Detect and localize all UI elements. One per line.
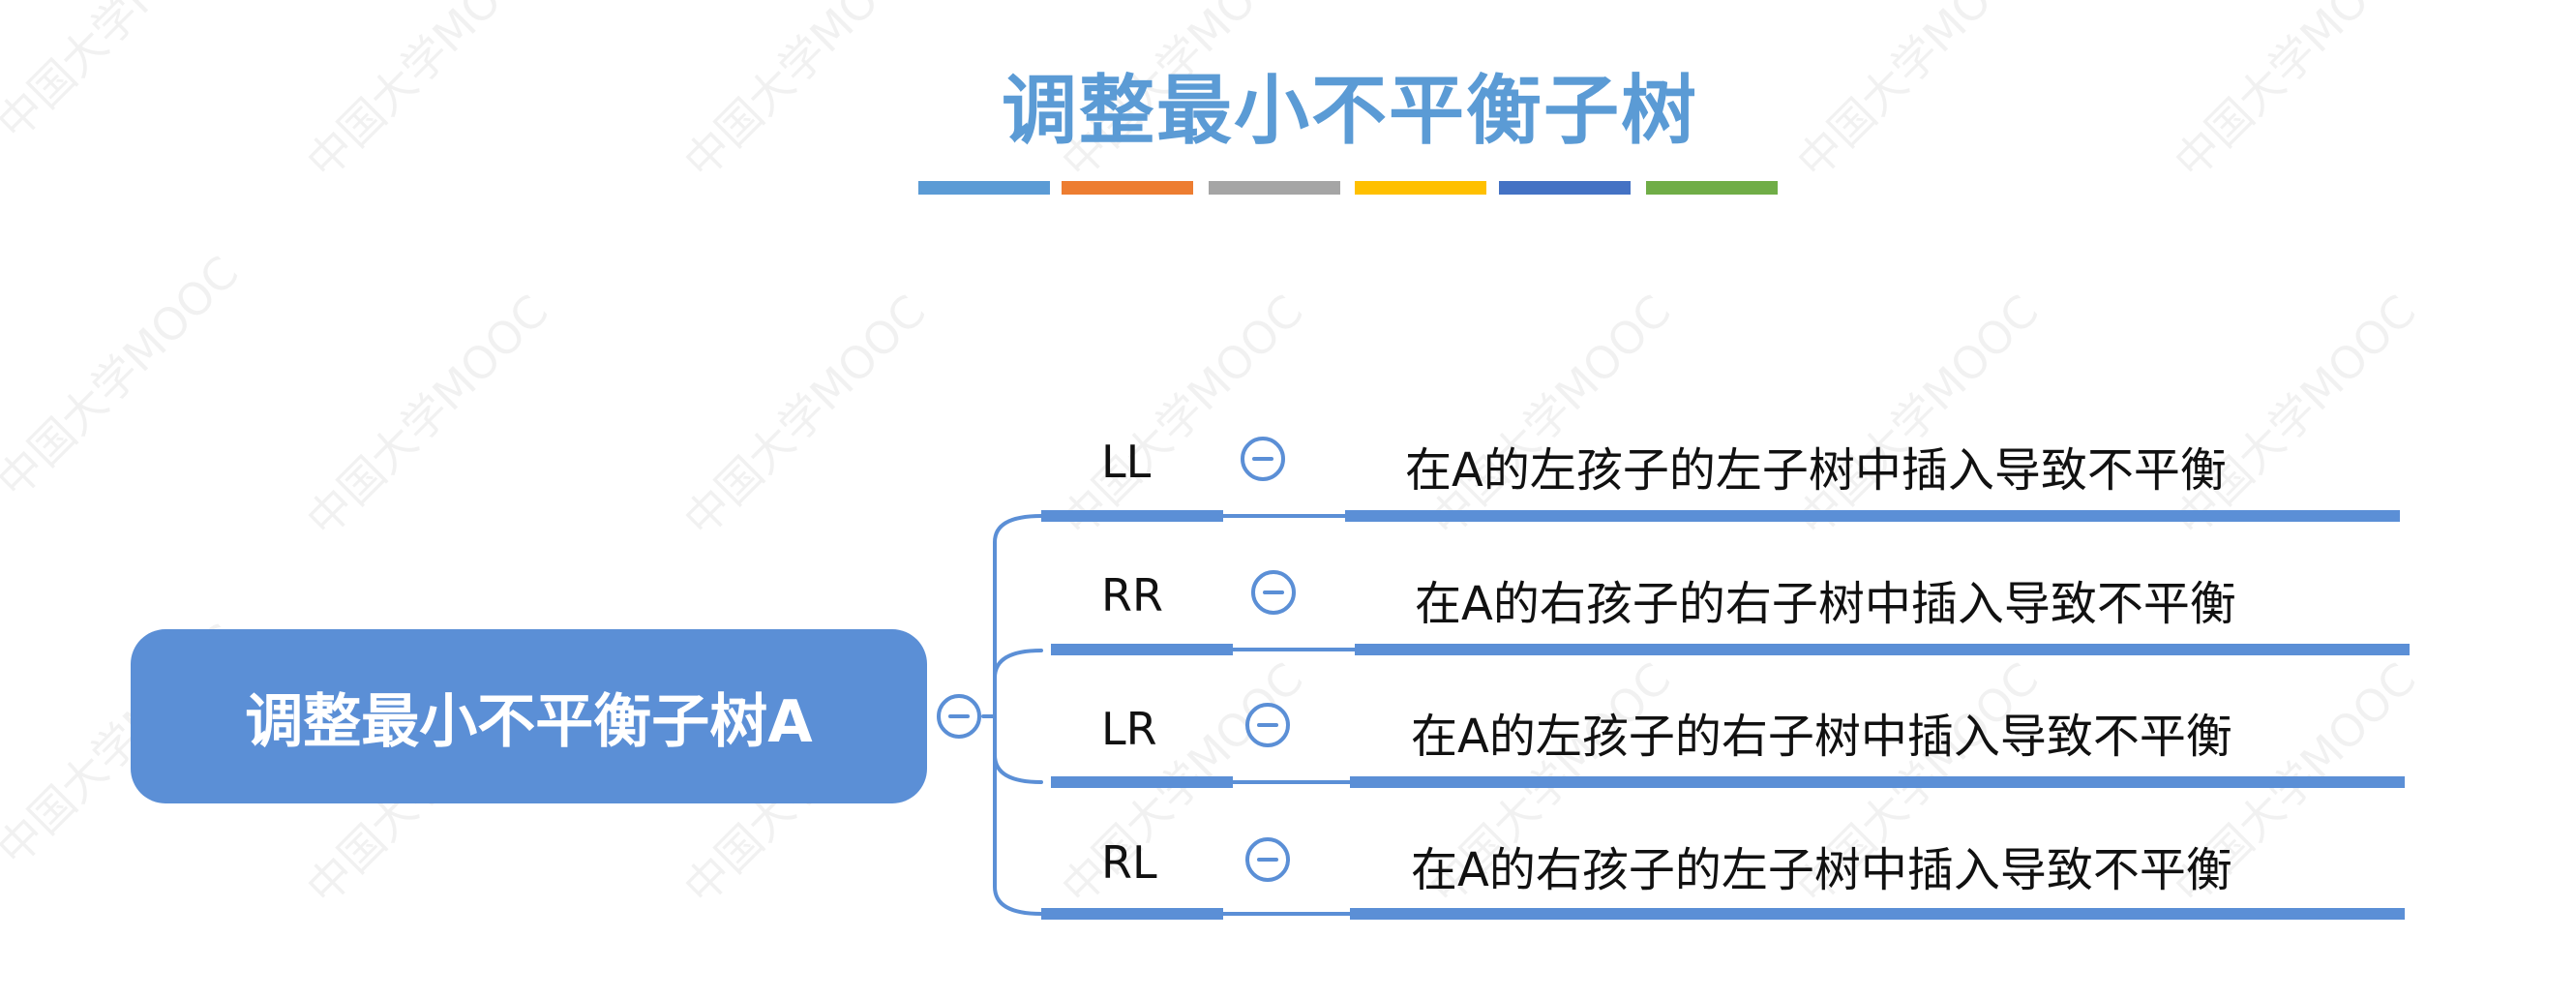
root-collapse-button[interactable] (937, 694, 981, 739)
root-topic[interactable]: 调整最小不平衡子树A (131, 629, 927, 803)
minus-icon (1263, 590, 1284, 594)
branch-label-ll[interactable]: LL (1101, 436, 1151, 488)
collapse-button-ll[interactable] (1241, 437, 1285, 481)
leaf-description-lr[interactable]: 在A的左孩子的右子树中插入导致不平衡 (1411, 698, 2232, 766)
collapse-button-rl[interactable] (1245, 837, 1290, 882)
minus-icon (948, 714, 970, 718)
leaf-description-rr[interactable]: 在A的右孩子的右子树中插入导致不平衡 (1415, 565, 2236, 633)
root-topic-label: 调整最小不平衡子树A (245, 687, 813, 756)
collapse-button-lr[interactable] (1245, 703, 1290, 747)
minus-icon (1257, 723, 1278, 727)
minus-icon (1257, 858, 1278, 862)
leaf-description-rl[interactable]: 在A的右孩子的左子树中插入导致不平衡 (1411, 832, 2232, 899)
minus-icon (1252, 457, 1273, 461)
branch-label-rr[interactable]: RR (1101, 569, 1163, 621)
branch-label-rl[interactable]: RL (1101, 836, 1157, 889)
collapse-button-rr[interactable] (1251, 570, 1296, 615)
leaf-description-ll[interactable]: 在A的左孩子的左子树中插入导致不平衡 (1405, 432, 2227, 500)
branch-label-lr[interactable]: LR (1101, 703, 1157, 755)
